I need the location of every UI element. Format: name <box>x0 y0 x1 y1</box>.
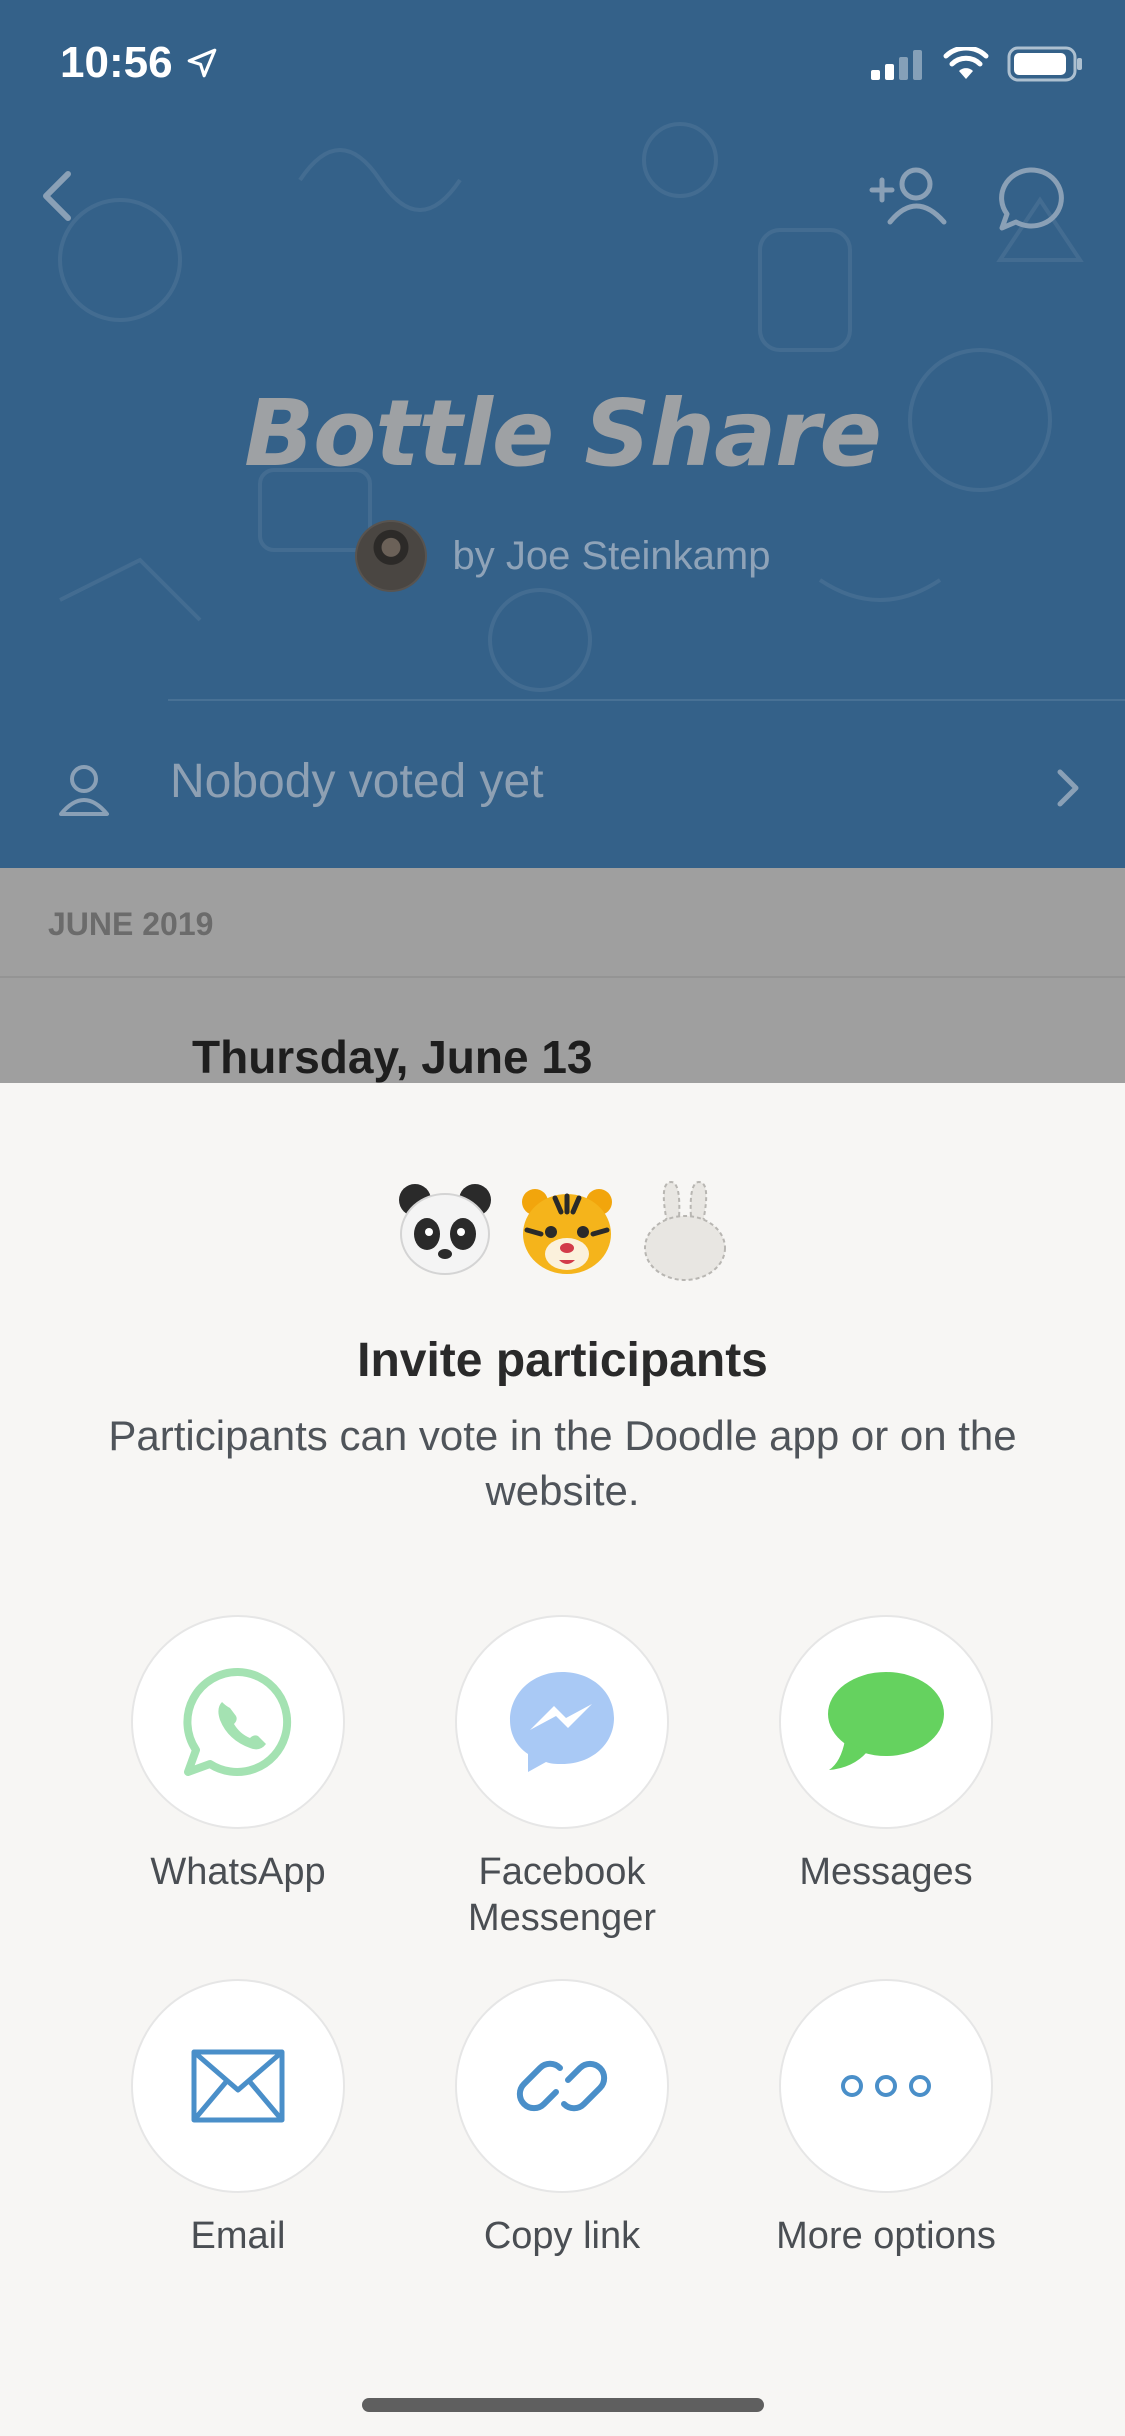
add-participant-icon[interactable] <box>866 160 950 232</box>
person-icon <box>59 765 109 816</box>
status-time-text: 10:56 <box>60 38 173 87</box>
status-indicators <box>871 46 1083 82</box>
day-label: Thursday, June 13 <box>192 1031 593 1083</box>
author-byline: by Joe Steinkamp <box>452 533 771 578</box>
status-bar: 10:56 <box>0 0 1125 132</box>
poll-header: 10:56 Bottle Share by Joe Steinkamp Nobo… <box>0 0 1125 868</box>
home-indicator[interactable] <box>362 2398 764 2412</box>
comments-icon[interactable] <box>990 160 1070 240</box>
poll-author: by Joe Steinkamp <box>0 520 1125 592</box>
month-header: JUNE 2019 <box>0 868 1125 976</box>
invite-sheet: Invite participants Participants can vot… <box>0 1083 1125 2436</box>
share-copy-link-button[interactable]: Copy link <box>432 1979 692 2259</box>
share-messages-label: Messages <box>799 1851 973 1893</box>
votes-status: Nobody voted yet <box>170 755 544 808</box>
share-whatsapp-label: WhatsApp <box>150 1851 326 1893</box>
email-icon <box>191 2049 285 2123</box>
share-copy-link-label: Copy link <box>483 2215 641 2257</box>
participants-row[interactable]: Nobody voted yet <box>0 702 1125 868</box>
share-messenger-label: Facebook Messenger <box>468 1851 656 1939</box>
sheet-title: Invite participants <box>357 1334 768 1387</box>
battery-icon <box>1007 46 1082 82</box>
chevron-right-icon <box>1057 769 1079 807</box>
author-avatar <box>354 520 427 592</box>
share-more-options-button[interactable]: More options <box>756 1979 1016 2259</box>
location-arrow-icon <box>187 48 216 78</box>
share-whatsapp-button[interactable]: WhatsApp <box>108 1615 368 1895</box>
share-whatsapp-circle[interactable] <box>131 1615 345 1829</box>
month-label: JUNE 2019 <box>48 906 214 942</box>
day-row: Thursday, June 13 <box>0 976 1125 1086</box>
cellular-signal-icon <box>871 50 922 80</box>
share-more-options-circle[interactable] <box>779 1979 993 2193</box>
more-options-icon <box>841 2075 931 2097</box>
share-copy-link-circle[interactable] <box>455 1979 669 2193</box>
share-messages-button[interactable]: Messages <box>756 1615 1016 1895</box>
panda-icon <box>398 1184 491 1275</box>
share-messenger-button[interactable]: Facebook Messenger <box>432 1615 692 1941</box>
share-messenger-circle[interactable] <box>455 1615 669 1829</box>
link-icon <box>516 2060 608 2112</box>
share-more-options-label: More options <box>776 2215 996 2257</box>
share-email-label: Email <box>190 2215 286 2257</box>
wifi-icon <box>943 47 989 79</box>
share-email-circle[interactable] <box>131 1979 345 2193</box>
share-messages-circle[interactable] <box>779 1615 993 1829</box>
header-divider <box>168 699 1125 701</box>
rabbit-placeholder-icon <box>643 1180 726 1281</box>
whatsapp-icon <box>183 1667 292 1776</box>
status-time: 10:56 <box>60 38 219 88</box>
share-email-button[interactable]: Email <box>108 1979 368 2259</box>
back-chevron-icon[interactable] <box>22 160 94 232</box>
participant-emoji-row <box>0 1178 1125 1282</box>
sheet-description: Participants can vote in the Doodle app … <box>108 1412 1017 1514</box>
messages-icon <box>828 1672 944 1770</box>
tiger-icon <box>521 1189 612 1274</box>
poll-title: Bottle Share <box>244 380 882 487</box>
messenger-icon <box>510 1672 614 1772</box>
